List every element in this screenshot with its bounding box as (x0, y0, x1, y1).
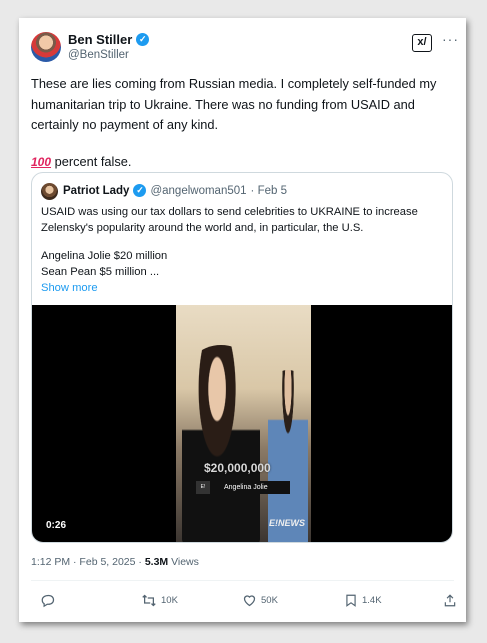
lower-third-name: Angelina Jolie (224, 484, 268, 491)
like-count: 50K (261, 595, 278, 606)
quoted-tweet[interactable]: Patriot Lady ✓ @angelwoman501 · Feb 5 US… (31, 172, 453, 543)
quote-author-name[interactable]: Patriot Lady (63, 185, 129, 197)
views-label: Views (168, 556, 199, 568)
action-bar: 10K 50K 1.4K (31, 593, 457, 611)
repost-count: 10K (161, 595, 178, 606)
bookmark-count: 1.4K (362, 595, 382, 606)
tweet-timestamp[interactable]: 1:12 PM · Feb 5, 2025 · (31, 556, 145, 568)
show-more-link[interactable]: Show more (41, 280, 446, 296)
video-person-left (182, 345, 260, 542)
quote-author-avatar[interactable] (41, 183, 58, 200)
video-duration: 0:26 (46, 520, 67, 531)
hundred-emoji-icon: 100 (31, 154, 52, 169)
views-count: 5.3M (144, 556, 169, 568)
grok-icon[interactable]: x/ (412, 34, 432, 52)
quote-header: Patriot Lady ✓ @angelwoman501 · Feb 5 (63, 184, 287, 197)
tweet-metadata: 1:12 PM · Feb 5, 2025 · 5.3M Views (31, 556, 199, 568)
more-options-icon[interactable]: ··· (442, 31, 459, 47)
enews-logo-icon: E! (196, 481, 210, 494)
share-button[interactable] (443, 593, 457, 608)
bookmark-icon (346, 594, 356, 607)
quote-verified-badge-icon: ✓ (133, 184, 147, 197)
tweet-card: Ben Stiller ✓ @BenStiller x/ ··· These a… (19, 18, 466, 622)
reply-icon (41, 594, 55, 608)
video-player[interactable]: $20,000,000 E! Angelina Jolie E!NEWS 0:2… (32, 305, 452, 542)
author-avatar[interactable] (31, 32, 61, 62)
share-icon (444, 594, 456, 607)
video-overlay-amount: $20,000,000 (204, 461, 271, 475)
reply-button[interactable] (41, 593, 60, 608)
tweet-paragraph: These are lies coming from Russian media… (31, 76, 437, 132)
like-button[interactable]: 50K (242, 593, 278, 608)
repost-button[interactable]: 10K (141, 593, 178, 608)
tweet-paragraph-2: 100 percent false. (31, 152, 456, 173)
heart-icon (243, 595, 256, 607)
author-name-row: Ben Stiller ✓ (68, 32, 150, 47)
author-handle[interactable]: @BenStiller (68, 49, 129, 61)
divider (31, 580, 454, 581)
video-frame: $20,000,000 E! Angelina Jolie E!NEWS (176, 305, 311, 542)
tweet-text: These are lies coming from Russian media… (31, 74, 456, 172)
quote-date[interactable]: · Feb 5 (251, 185, 287, 197)
repost-icon (142, 594, 156, 607)
quote-line: Sean Pean $5 million ... (41, 266, 160, 278)
tweet-paragraph-text: percent false. (51, 153, 132, 169)
quote-author-handle[interactable]: @angelwoman501 (150, 185, 246, 197)
bookmark-button[interactable]: 1.4K (344, 593, 382, 608)
video-lower-third: E! Angelina Jolie (196, 481, 290, 494)
quote-line: Angelina Jolie $20 million (41, 250, 168, 262)
quote-paragraph: USAID was using our tax dollars to send … (41, 206, 418, 234)
quote-text: USAID was using our tax dollars to send … (41, 204, 446, 296)
author-name[interactable]: Ben Stiller (68, 32, 132, 47)
enews-watermark: E!NEWS (269, 518, 305, 528)
verified-badge-icon: ✓ (136, 33, 150, 46)
